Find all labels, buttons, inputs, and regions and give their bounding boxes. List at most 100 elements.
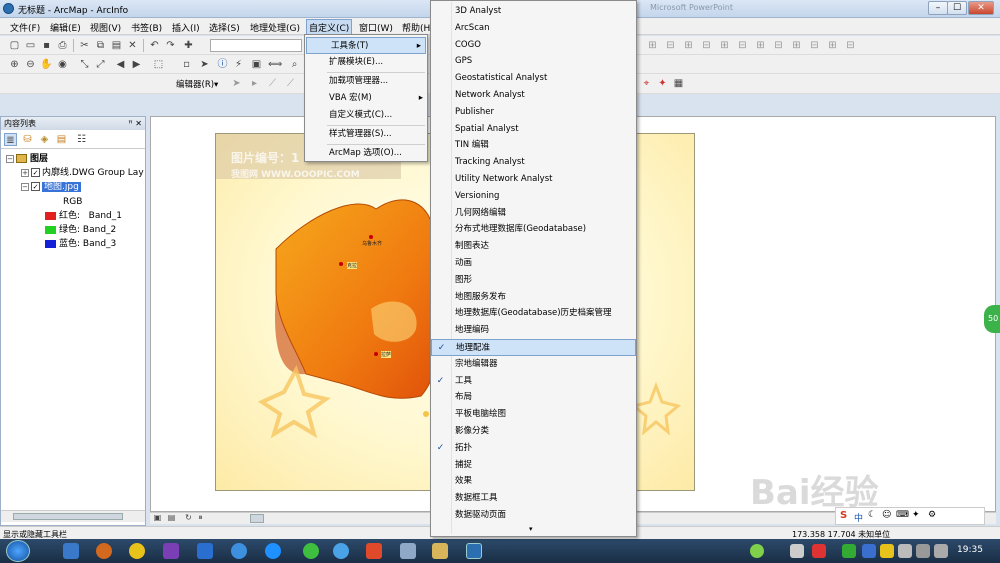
measure-icon[interactable]: ⟺ — [268, 58, 282, 71]
list-by-selection-icon[interactable]: ▤ — [55, 133, 68, 146]
menu-insert[interactable]: 插入(I) — [170, 20, 202, 35]
menu-window[interactable]: 窗口(W) — [357, 20, 395, 35]
editor-menu-button[interactable]: 编辑器(R)▾ — [176, 78, 218, 90]
toolbar-menu-item[interactable]: 捕捉 — [431, 457, 636, 474]
menu-item-toolbars[interactable]: 工具条(T) ▸ — [306, 37, 426, 54]
zoom-in-icon[interactable]: ⊕ — [8, 58, 21, 71]
taskbar-app-icon[interactable] — [129, 543, 145, 559]
menu-bookmarks[interactable]: 书签(B) — [129, 20, 164, 35]
menu-selection[interactable]: 选择(S) — [207, 20, 242, 35]
paste-icon[interactable]: ▤ — [110, 39, 123, 52]
tray-icon[interactable] — [842, 544, 856, 558]
expand-icon[interactable]: + — [21, 168, 29, 177]
identify-icon[interactable]: ⓘ — [216, 58, 229, 71]
toolbar-menu-item[interactable]: 制图表达 — [431, 238, 636, 255]
toolbar-menu-item[interactable]: Tracking Analyst — [431, 154, 636, 171]
toolbar-menu-item[interactable]: 地理数据库(Geodatabase)历史档案管理 — [431, 305, 636, 322]
toolbar-menu-item[interactable]: Geostatistical Analyst — [431, 70, 636, 87]
layout-view-button[interactable]: ▤ — [166, 513, 177, 523]
ime-tools-icon[interactable]: ⚙ — [928, 510, 936, 520]
refresh-icon[interactable]: ↻ — [183, 513, 194, 523]
toolbar-menu-item[interactable]: 地图服务发布 — [431, 289, 636, 306]
toolbar-menu-item[interactable]: ✓ 工具 — [431, 373, 636, 390]
taskbar-app-icon[interactable] — [63, 543, 79, 559]
data-view-button[interactable]: ▣ — [152, 513, 163, 523]
map-scroll-thumb[interactable] — [250, 514, 264, 523]
toc-layers-root[interactable]: − 图层 — [6, 152, 48, 166]
menu-item-extensions[interactable]: 扩展模块(E)... — [305, 54, 427, 71]
ime-toolbar[interactable]: S 中 ☾ ☺ ⌨ ✦ ⚙ — [835, 507, 985, 525]
ime-punctuation-icon[interactable]: ☾ — [868, 510, 876, 520]
pan-icon[interactable]: ✋ — [40, 58, 53, 71]
toolbar-menu-item[interactable]: 宗地编辑器 — [431, 356, 636, 373]
print-icon[interactable]: ⎙ — [56, 39, 69, 52]
toolbar-menu-item[interactable]: 效果 — [431, 473, 636, 490]
sketch-tool-icon[interactable]: ▸ — [248, 77, 261, 90]
select-features-icon[interactable]: ⬚ — [152, 58, 165, 71]
menu-item-addin-manager[interactable]: 加载项管理器... — [305, 73, 427, 90]
full-extent-icon[interactable]: ◉ — [56, 58, 69, 71]
point-tool-icon[interactable]: ✦ — [656, 77, 669, 90]
toc-layer-jpg[interactable]: − ✓ 地图.jpg — [21, 180, 81, 194]
menu-item-arcmap-options[interactable]: ArcMap 选项(O)... — [305, 145, 427, 162]
toolbar-menu-item[interactable]: Network Analyst — [431, 87, 636, 104]
video-player-icon[interactable] — [265, 543, 281, 559]
taskbar-app-icon[interactable] — [197, 543, 213, 559]
straight-segment-icon[interactable]: ⟋ — [284, 77, 297, 90]
network-icon[interactable] — [898, 544, 912, 558]
toolbar-menu-item[interactable]: 平板电脑绘图 — [431, 406, 636, 423]
list-by-visibility-icon[interactable]: ◈ — [38, 133, 51, 146]
toolbar-menu-item[interactable]: 数据驱动页面 — [431, 507, 636, 524]
clear-selection-icon[interactable]: ▫ — [180, 58, 193, 71]
volume-icon[interactable] — [916, 544, 930, 558]
toolbar-menu-item[interactable]: TIN 编辑 — [431, 137, 636, 154]
layer-visibility-checkbox[interactable]: ✓ — [31, 168, 40, 177]
find-icon[interactable]: ⌕ — [288, 58, 301, 71]
list-by-drawing-order-icon[interactable]: ≣ — [4, 133, 17, 146]
toolbar-menu-item[interactable]: COGO — [431, 37, 636, 54]
pause-icon[interactable]: ⏸ — [195, 513, 206, 523]
back-icon[interactable]: ◀ — [114, 58, 127, 71]
start-button[interactable] — [6, 540, 30, 562]
menu-edit[interactable]: 编辑(E) — [48, 20, 83, 35]
hyperlink-icon[interactable]: ⚡ — [232, 58, 245, 71]
edit-tool-icon[interactable]: ➤ — [230, 77, 243, 90]
toolbar-menu-item[interactable]: 图形 — [431, 272, 636, 289]
undo-icon[interactable]: ↶ — [148, 39, 161, 52]
toolbar-menu-item[interactable]: 分布式地理数据库(Geodatabase) — [431, 221, 636, 238]
toc-horizontal-scrollbar[interactable] — [1, 510, 145, 522]
delete-icon[interactable]: ✕ — [126, 39, 139, 52]
add-data-icon[interactable]: ✚ — [182, 39, 195, 52]
cut-icon[interactable]: ✂ — [78, 39, 91, 52]
copy-icon[interactable]: ⧉ — [94, 39, 107, 52]
menu-item-customize-mode[interactable]: 自定义模式(C)... — [305, 107, 427, 124]
menu-view[interactable]: 视图(V) — [88, 20, 123, 35]
georef-add-control-point-icon[interactable]: ⌖ — [640, 77, 653, 90]
power-icon[interactable] — [934, 544, 948, 558]
maximize-button[interactable]: ☐ — [947, 1, 967, 15]
collapse-icon[interactable]: − — [21, 182, 29, 191]
toolbar-menu-item[interactable]: 几何网络编辑 — [431, 205, 636, 222]
taskbar-app-icon[interactable] — [333, 543, 349, 559]
options-icon[interactable]: ☷ — [75, 133, 88, 146]
toolbar-menu-item[interactable]: 3D Analyst — [431, 3, 636, 20]
forward-icon[interactable]: ▶ — [130, 58, 143, 71]
list-by-source-icon[interactable]: ⛁ — [21, 133, 34, 146]
taskbar-app-icon[interactable] — [400, 543, 416, 559]
collapse-icon[interactable]: − — [6, 154, 14, 163]
minimize-button[interactable]: – — [928, 1, 948, 15]
scale-input[interactable] — [210, 39, 302, 52]
menu-geoprocessing[interactable]: 地理处理(G) — [248, 20, 302, 35]
ime-emoji-icon[interactable]: ☺ — [882, 510, 891, 520]
layer-visibility-checkbox[interactable]: ✓ — [31, 182, 40, 191]
tray-icon[interactable] — [750, 544, 764, 558]
tray-icon[interactable] — [880, 544, 894, 558]
toolbar-menu-item[interactable]: ArcScan — [431, 20, 636, 37]
toolbar-menu-item[interactable]: ✓ 地理配准 — [431, 339, 636, 356]
ime-chinese-mode-icon[interactable]: 中 — [854, 511, 863, 524]
toolbar-menu-item[interactable]: ✓ 拓扑 — [431, 440, 636, 457]
redo-icon[interactable]: ↷ — [164, 39, 177, 52]
media-player-icon[interactable] — [96, 543, 112, 559]
toc-layer-dwg[interactable]: + ✓ 内廓线.DWG Group Lay — [21, 166, 144, 180]
bluetooth-icon[interactable] — [862, 544, 876, 558]
